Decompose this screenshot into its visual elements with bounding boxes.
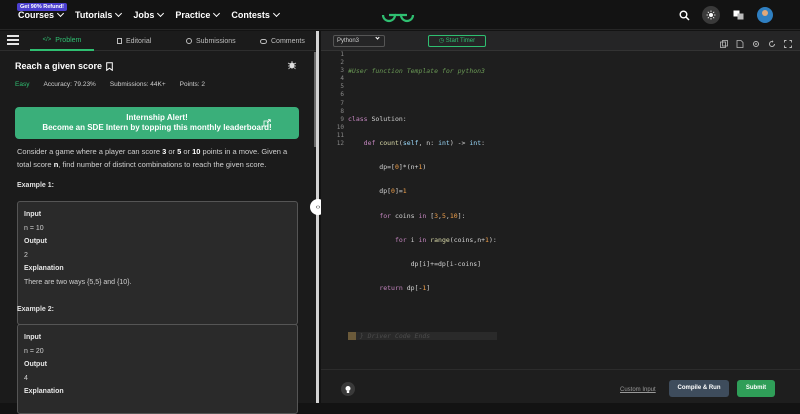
custom-input-link[interactable]: Custom Input <box>620 387 656 393</box>
example-heading: Example 1: <box>17 182 54 189</box>
tab-submissions[interactable]: Submissions <box>186 31 236 51</box>
lightbulb-icon[interactable] <box>341 382 355 396</box>
line-number: 11 <box>336 131 344 139</box>
settings-icon[interactable] <box>752 35 760 47</box>
timer-icon: ◷ <box>438 38 446 44</box>
submit-button[interactable]: Submit <box>737 380 775 397</box>
nav-contests[interactable]: Contests <box>231 9 280 20</box>
code-line: class Solution: <box>348 115 407 124</box>
example-output: 2 <box>24 251 28 259</box>
reset-icon[interactable] <box>768 35 776 47</box>
nav-courses[interactable]: Courses <box>18 9 65 20</box>
chevron-down-icon <box>115 9 123 18</box>
editor-pane: Python3 ◷ Start Timer 1 2 3 4 5 6 7 8 9 10 11 12 #U… <box>321 31 800 403</box>
line-number: 9 <box>340 115 344 123</box>
line-number: 7 <box>340 99 344 107</box>
submissions-stat: Submissions: 44K+ <box>109 81 166 88</box>
line-number: 3 <box>340 67 344 75</box>
alert-subtitle: Become an SDE Intern by topping this mon… <box>42 123 272 132</box>
nav-tutorials[interactable]: Tutorials <box>75 9 123 20</box>
code-line: dp[i]+=dp[i-coins] <box>348 259 482 268</box>
language-select[interactable]: Python3 <box>333 35 385 47</box>
line-number: 10 <box>336 123 344 131</box>
line-number: 8 <box>340 107 344 115</box>
chevron-down-icon <box>375 35 380 40</box>
line-number: 4 <box>340 75 344 83</box>
example-input: n = 10 <box>24 224 44 232</box>
compile-run-button[interactable]: Compile & Run <box>669 380 729 397</box>
nav-menu: Courses Tutorials Jobs Practice Contests <box>18 9 291 20</box>
nav-jobs[interactable]: Jobs <box>133 9 165 20</box>
code-line: for coins in [3,5,10]: <box>379 211 466 220</box>
editor-footer: Custom Input Compile & Run Submit <box>321 369 800 403</box>
example-explanation: There are two ways {5,5} and {10}. <box>24 278 132 286</box>
code-line: for i in range(coins,n+1): <box>394 235 497 244</box>
line-number: 12 <box>336 140 344 148</box>
line-number: 6 <box>340 91 344 99</box>
top-navbar: Get 90% Refund! Courses Tutorials Jobs P… <box>0 0 800 30</box>
clock-icon <box>186 38 192 44</box>
report-bug-icon[interactable] <box>287 60 297 70</box>
pane-divider[interactable] <box>316 31 319 403</box>
code-line: return dp[-1] <box>379 283 431 292</box>
chevron-down-icon <box>213 9 221 18</box>
code-line: def count(self, n: int) -> int: <box>363 139 486 148</box>
nav-practice[interactable]: Practice <box>175 9 221 20</box>
search-icon[interactable] <box>675 6 693 24</box>
example-input: n = 20 <box>24 347 44 355</box>
editor-actions <box>720 35 792 48</box>
gfg-logo[interactable] <box>381 7 415 23</box>
problem-meta: Easy Accuracy: 79.23% Submissions: 44K+ … <box>15 81 205 88</box>
line-number: 2 <box>340 59 344 67</box>
bookmark-icon[interactable] <box>106 61 113 71</box>
external-link-icon[interactable] <box>263 119 271 127</box>
top-icons <box>675 6 774 24</box>
code-lines[interactable]: #User function Template for python3 clas… <box>348 51 497 356</box>
fullscreen-icon[interactable] <box>784 35 792 48</box>
line-number: 5 <box>340 83 344 91</box>
code-line: dp=[0]*(n+1) <box>348 163 427 172</box>
copy-icon[interactable] <box>720 35 728 48</box>
problem-title-row: Reach a given score <box>15 61 113 71</box>
code-line: #User function Template for python3 <box>348 67 485 75</box>
example-box: Input n = 10 Output 2 Explanation There … <box>17 201 298 325</box>
profile-menu[interactable] <box>756 6 774 24</box>
editor-toolbar: Python3 ◷ Start Timer <box>321 31 800 51</box>
internship-alert-banner[interactable]: Internship Alert! Become an SDE Intern b… <box>15 107 299 139</box>
start-timer-button[interactable]: ◷ Start Timer <box>428 35 486 47</box>
accuracy-stat: Accuracy: 79.23% <box>43 81 96 88</box>
line-number: 1 <box>340 51 344 58</box>
tab-problem[interactable]: </> Problem <box>30 31 94 51</box>
example-output: 4 <box>24 374 28 382</box>
problem-pane: </> Problem Editorial Submissions Comment… <box>0 31 316 414</box>
problem-description: Consider a game where a player can score… <box>17 147 288 169</box>
menu-icon[interactable] <box>7 35 19 45</box>
file-icon[interactable] <box>736 35 744 48</box>
tab-comments[interactable]: Comments <box>260 31 305 51</box>
code-editor[interactable]: 1 2 3 4 5 6 7 8 9 10 11 12 #User function Template … <box>321 51 800 369</box>
example-box: Input n = 20 Output 4 Explanation <box>17 324 298 414</box>
tab-editorial[interactable]: Editorial <box>117 31 151 51</box>
difficulty-badge: Easy <box>15 81 30 88</box>
problem-tabbar: </> Problem Editorial Submissions Comment… <box>0 31 316 51</box>
problem-title: Reach a given score <box>15 61 103 71</box>
chevron-down-icon <box>56 9 65 18</box>
code-line: dp[0]=1 <box>348 187 407 196</box>
points-stat: Points: 2 <box>179 81 205 88</box>
code-line: ▬▬ } Driver Code Ends <box>348 332 497 341</box>
avatar <box>757 7 773 23</box>
translate-icon[interactable] <box>729 6 747 24</box>
alert-title: Internship Alert! <box>126 113 188 122</box>
code-icon: </> <box>42 37 52 43</box>
theme-toggle-icon[interactable] <box>702 6 720 24</box>
chevron-down-icon <box>157 9 165 18</box>
comment-icon <box>260 38 267 44</box>
chevron-down-icon <box>272 9 280 18</box>
example-heading: Example 2: <box>17 306 54 313</box>
document-icon <box>117 38 122 44</box>
line-numbers: 1 2 3 4 5 6 7 8 9 10 11 12 <box>321 51 346 369</box>
